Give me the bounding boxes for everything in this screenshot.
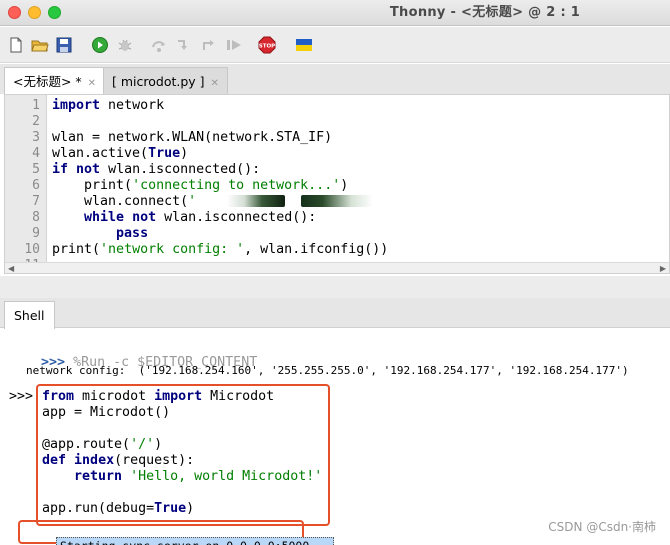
scroll-left-icon[interactable]: ◀ [8,263,14,274]
line-number: 6 [32,178,40,193]
pane-divider[interactable] [0,276,670,298]
code-token: ) [180,146,189,161]
code-line: import network [52,98,164,113]
network-config-output: network config: ('192.168.254.160', '255… [26,364,629,377]
close-tab-icon[interactable]: ✕ [211,78,219,89]
code-token: if [52,162,69,177]
line-number: 5 [32,162,40,177]
code-token: ) [340,178,349,193]
code-token: pass [116,226,149,241]
highlight-box-code [36,384,330,526]
redacted-ssid [227,195,285,207]
code-token: wlan.connect( [52,194,189,209]
code-line: wlan = network.WLAN(network.STA_IF) [52,130,332,145]
code-token: 'connecting to network...' [132,178,341,193]
code-token: print( [52,178,133,193]
support-ukraine-button[interactable] [295,36,313,54]
run-icon [92,37,108,53]
code-token: print( [52,242,101,257]
step-out-button[interactable] [200,36,218,54]
code-line: wlan.active(True) [52,146,188,161]
code-token: while [84,210,125,225]
code-line: pass [52,226,148,241]
line-number-gutter: 1234567891011 [5,95,47,273]
stop-button[interactable]: STOP [258,36,276,54]
editor-tab-bar: <无标题> * ✕ [ microdot.py ] ✕ [0,64,670,95]
code-token: True [148,146,181,161]
ukraine-flag-icon [296,39,312,51]
step-into-button[interactable] [175,36,193,54]
tab-label: [ microdot.py ] [112,74,205,89]
line-number: 2 [32,114,40,129]
resume-icon [227,40,241,50]
bug-icon [118,39,132,51]
code-token: network [100,98,165,113]
line-number: 10 [24,242,40,257]
run-button[interactable] [91,36,109,54]
window-title: Thonny - <无标题> @ 2 : 1 [389,5,581,20]
tab-shell[interactable]: Shell [4,301,55,329]
resume-button[interactable] [225,36,243,54]
step-out-icon [203,40,214,50]
code-token: not [132,210,157,225]
code-line: print('connecting to network...') [52,178,348,193]
toolbar: STOP [0,27,670,63]
tab-untitled[interactable]: <无标题> * ✕ [4,67,106,95]
code-token: wlan = network.WLAN(network.STA_IF) [52,130,333,145]
new-file-button[interactable] [7,36,25,54]
code-token: import [52,98,101,113]
title-bar: Thonny - <无标题> @ 2 : 1 [0,0,670,26]
shell-tab-bar: Shell [0,298,670,329]
code-token: wlan.isconnected(): [156,210,317,225]
shell-prompt: >>> [9,389,34,404]
stop-label: STOP [259,44,275,50]
minimize-window-button[interactable] [28,6,41,19]
server-status-line: Starting sync server on 0.0.0.0:5000... [24,524,335,545]
watermark: CSDN @Csdn·南柿 [548,520,656,534]
save-file-button[interactable] [55,36,73,54]
tab-label: <无标题> * [13,74,82,89]
code-editor[interactable]: 1234567891011 import networkwlan = netwo… [4,94,670,274]
step-into-icon [178,40,187,50]
code-line: print('network config: ', wlan.ifconfig(… [52,242,388,257]
debug-button[interactable] [116,36,134,54]
code-line: if not wlan.isconnected(): [52,162,260,177]
step-over-button[interactable] [150,36,168,54]
open-file-button[interactable] [31,36,49,54]
redacted-password [301,195,373,207]
line-number: 8 [32,210,40,225]
line-number: 4 [32,146,40,161]
stop-icon: STOP [258,36,276,54]
code-line: while not wlan.isconnected(): [52,210,316,225]
scroll-right-icon[interactable]: ▶ [660,263,666,274]
close-window-button[interactable] [8,6,21,19]
code-token: wlan.active( [52,146,149,161]
code-token: not [76,162,101,177]
code-token: 'network config: ' [100,242,245,257]
close-tab-icon[interactable]: ✕ [88,78,96,89]
code-token: , wlan.ifconfig()) [244,242,389,257]
tab-microdot-py[interactable]: [ microdot.py ] ✕ [103,67,228,94]
open-folder-icon [31,40,49,52]
server-status: Starting sync server on 0.0.0.0:5000... [56,537,335,545]
editor-horizontal-scrollbar[interactable]: ◀ ▶ [5,262,669,273]
line-number: 1 [32,98,40,113]
zoom-window-button[interactable] [48,6,61,19]
step-over-icon [152,41,165,52]
code-token: wlan.isconnected(): [100,162,261,177]
line-number: 9 [32,226,40,241]
line-number: 7 [32,194,40,209]
new-file-icon [10,37,22,53]
save-icon [56,37,72,53]
shell-console[interactable]: >>> %Run -c $EDITOR_CONTENT network conf… [4,329,670,545]
shell-run-line: >>> %Run -c $EDITOR_CONTENT [9,340,257,385]
line-number: 3 [32,130,40,145]
